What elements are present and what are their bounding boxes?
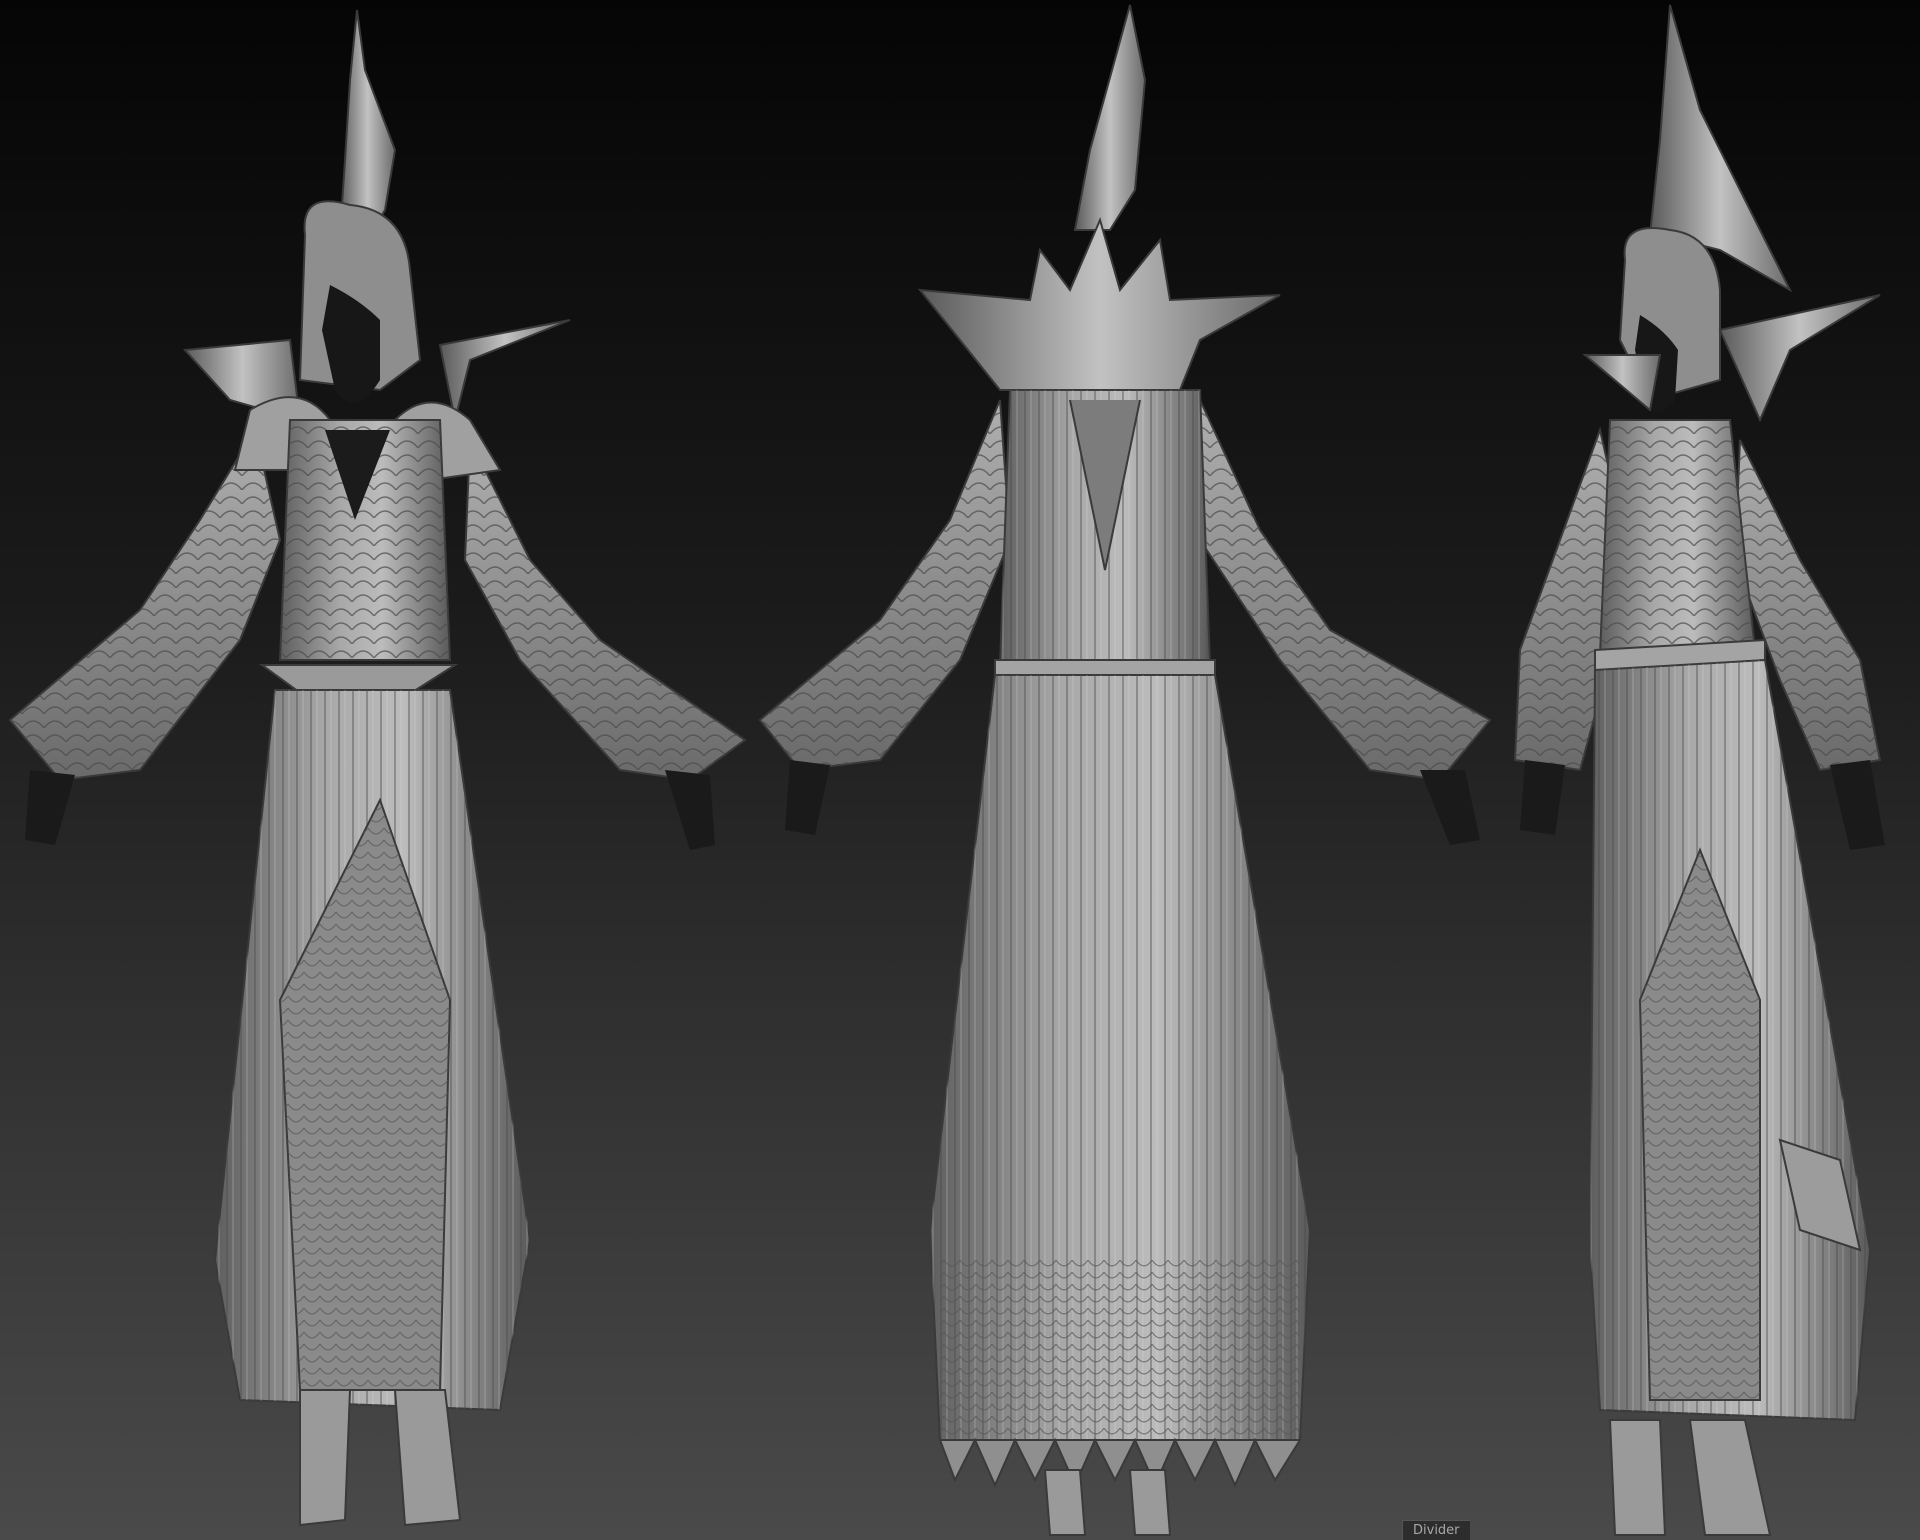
divider-tooltip: Divider <box>1402 1520 1470 1540</box>
figure-back <box>758 4 1492 1536</box>
sculpt-scene <box>8 4 1885 1536</box>
figure-front <box>8 9 747 1527</box>
canvas-viewport[interactable]: Divider <box>0 0 1920 1540</box>
figure-three-quarter <box>1513 4 1885 1536</box>
